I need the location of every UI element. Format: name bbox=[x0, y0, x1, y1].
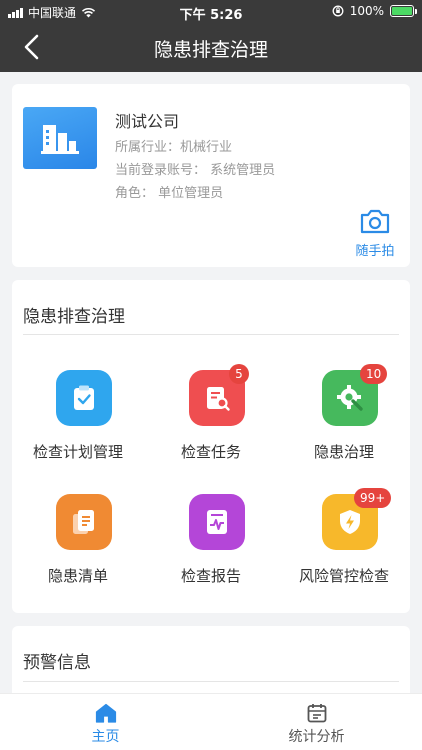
section-title: 隐患排查治理 bbox=[23, 307, 125, 327]
icon-tile bbox=[189, 494, 245, 550]
document-list-icon bbox=[73, 510, 94, 534]
risk-count-badge: 99+ bbox=[354, 488, 392, 508]
tab-label: 主页 bbox=[91, 729, 120, 745]
hazard-governance-button[interactable]: 10 隐患治理 bbox=[278, 364, 410, 470]
risk-control-check-button[interactable]: 99+ 风险管控检查 bbox=[278, 488, 410, 594]
current-account: 当前登录账号： 系统管理员 bbox=[115, 163, 276, 178]
document-search-icon bbox=[207, 387, 230, 411]
status-bar: 中国联通 下午 5:26 100% bbox=[0, 0, 422, 23]
section-title: 预警信息 bbox=[23, 653, 91, 673]
camera-icon bbox=[360, 209, 390, 234]
company-card: 测试公司 所属行业：机械行业 当前登录账号： 系统管理员 角色： 单位管理员 随… bbox=[12, 84, 410, 267]
nav-bar: 隐患排查治理 bbox=[0, 22, 422, 72]
divider bbox=[23, 334, 399, 335]
user-role: 角色： 单位管理员 bbox=[115, 186, 224, 201]
tab-home[interactable]: 主页 bbox=[0, 694, 211, 750]
tab-statistics[interactable]: 统计分析 bbox=[211, 694, 422, 750]
calendar-chart-icon bbox=[307, 704, 327, 723]
snap-button[interactable]: 随手拍 bbox=[352, 208, 398, 259]
check-report-button[interactable]: 检查报告 bbox=[145, 494, 277, 594]
item-label: 检查任务 bbox=[180, 443, 241, 461]
check-task-button[interactable]: 5 检查任务 bbox=[145, 364, 277, 470]
governance-count-badge: 10 bbox=[360, 364, 388, 384]
item-label: 检查报告 bbox=[180, 567, 241, 585]
company-industry: 所属行业：机械行业 bbox=[115, 140, 233, 155]
divider bbox=[23, 681, 399, 682]
item-label: 检查计划管理 bbox=[32, 443, 123, 461]
rotation-lock-icon bbox=[332, 5, 344, 17]
building-icon bbox=[41, 125, 79, 154]
check-plan-management-button[interactable]: 检查计划管理 bbox=[12, 370, 144, 470]
gear-wrench-icon bbox=[337, 385, 363, 411]
tab-label: 统计分析 bbox=[288, 729, 345, 745]
tab-bar: 主页 统计分析 bbox=[0, 693, 422, 750]
hazard-check-card: 隐患排查治理 检查计划管理 5 检查任务 10 隐患治理 隐患清单 检查报告 9… bbox=[12, 280, 410, 613]
item-label: 隐患治理 bbox=[313, 443, 374, 461]
home-icon bbox=[95, 703, 117, 723]
page-title: 隐患排查治理 bbox=[153, 39, 268, 61]
company-name: 测试公司 bbox=[115, 112, 180, 131]
hazard-list-button[interactable]: 隐患清单 bbox=[12, 494, 144, 594]
task-count-badge: 5 bbox=[229, 364, 249, 384]
report-chart-icon bbox=[207, 510, 227, 534]
battery-icon bbox=[390, 5, 417, 17]
company-logo bbox=[23, 107, 97, 169]
shield-bolt-icon bbox=[340, 510, 360, 534]
icon-tile bbox=[56, 370, 112, 426]
icon-tile bbox=[56, 494, 112, 550]
item-label: 风险管控检查 bbox=[298, 567, 389, 585]
item-label: 隐患清单 bbox=[47, 567, 108, 585]
clipboard-check-icon bbox=[74, 385, 94, 410]
snap-label: 随手拍 bbox=[355, 244, 395, 259]
battery-percent: 100% bbox=[349, 4, 384, 18]
